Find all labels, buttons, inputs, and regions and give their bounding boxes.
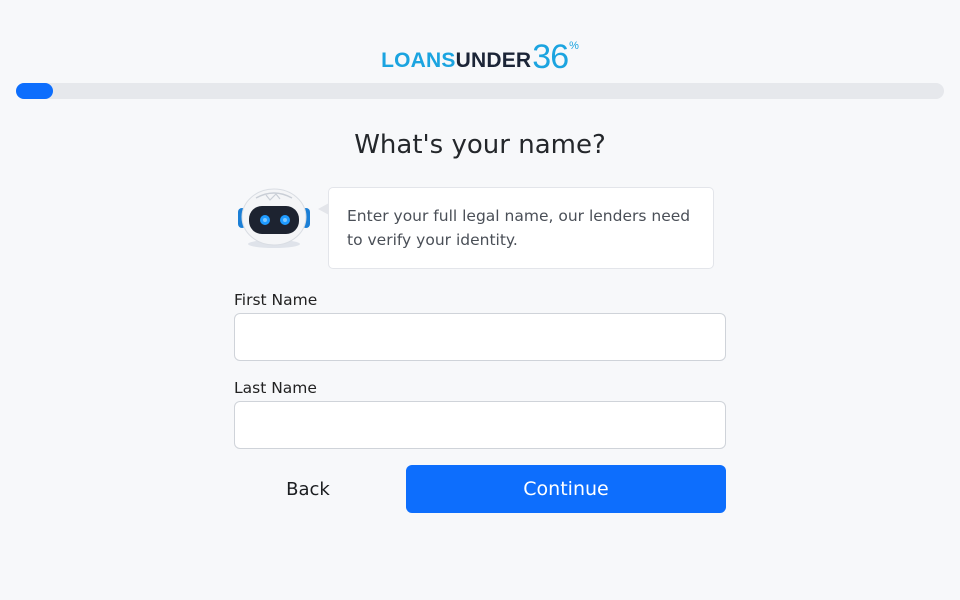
last-name-field[interactable] (234, 401, 726, 449)
logo-wordmark: LOANS UNDER 36 % (381, 38, 579, 76)
continue-button[interactable]: Continue (406, 465, 726, 513)
logo-text-under: UNDER (455, 49, 532, 72)
logo-text-percent: % (569, 40, 579, 52)
back-button[interactable]: Back (234, 465, 382, 513)
logo: LOANS UNDER 36 % (0, 36, 960, 76)
progress-bar-fill (16, 83, 53, 99)
robot-avatar-icon (236, 186, 314, 250)
page: LOANS UNDER 36 % What's your name? Enter… (0, 0, 960, 600)
first-name-label: First Name (234, 291, 318, 309)
page-title: What's your name? (354, 130, 606, 160)
progress-bar (16, 83, 944, 99)
assistant-speech-bubble: Enter your full legal name, our lenders … (328, 187, 714, 269)
assistant-message: Enter your full legal name, our lenders … (347, 207, 691, 249)
logo-text-number: 36 (532, 38, 569, 76)
logo-text-loans: LOANS (381, 49, 456, 72)
first-name-field[interactable] (234, 313, 726, 361)
last-name-label: Last Name (234, 379, 317, 397)
